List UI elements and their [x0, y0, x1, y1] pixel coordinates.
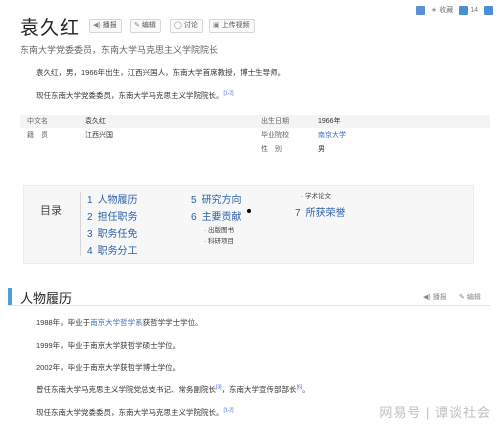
thumb-up-icon — [459, 5, 469, 15]
career-text: 曾任东南大学马克思主义学院党总支书记、常务副院长 — [36, 385, 216, 394]
info-value: 男 — [318, 146, 325, 153]
toc-number: 1 — [87, 195, 93, 206]
toc-link: 职务分工 — [97, 246, 138, 257]
summary-paragraph-2: 现任东南大学党委委员，东南大学马克思主义学院院长。[1-2] — [36, 90, 234, 101]
star-icon: ★ — [430, 7, 438, 14]
info-row: 中文名 袁久红 出生日期 1966年 — [20, 115, 490, 128]
career-entry: 曾任东南大学马克思主义学院党总支书记、常务副院长[3]，东南大学宣传部部长[6]… — [36, 384, 310, 395]
upload-video-label: 上传视频 — [221, 22, 250, 29]
toc-link: 人物履历 — [97, 195, 138, 206]
broadcast-label: 播报 — [102, 22, 117, 29]
info-label: 出生日期 — [261, 118, 289, 125]
toc-item[interactable]: 5 研究方向 — [191, 191, 242, 206]
page-subtitle: 东南大学党委委员，东南大学马克思主义学院院长 — [20, 45, 219, 55]
toc-link: 职务任免 — [97, 229, 138, 240]
career-entry: 2002年，毕业于南京大学获哲学博士学位。 — [36, 363, 181, 372]
like-count: 14 — [470, 6, 478, 14]
upload-video-button[interactable]: ▣ 上传视频 — [209, 19, 255, 33]
collect-label: 收藏 — [439, 7, 454, 14]
info-value-link[interactable]: 南京大学 — [318, 129, 346, 142]
toc-number: 4 — [87, 246, 93, 257]
toc-item[interactable]: 2 担任职务 — [87, 208, 138, 223]
info-value: 1966年 — [318, 118, 341, 125]
section-edit-button[interactable]: ✎ 编辑 — [459, 292, 481, 302]
toc-item[interactable]: 7 所获荣誉 — [295, 204, 346, 219]
toc-number: 6 — [191, 212, 197, 223]
toc-link: 主要贡献 — [201, 212, 242, 223]
share-icon[interactable] — [484, 5, 493, 15]
career-text: 获哲学学士学位。 — [142, 318, 203, 327]
career-text: 现任东南大学党委委员，东南大学马克思主义学院院长。 — [36, 408, 224, 417]
add-icon[interactable] — [415, 5, 425, 15]
info-label: 性 别 — [261, 146, 282, 153]
career-entry: 1999年，毕业于南京大学获哲学硕士学位。 — [36, 341, 181, 350]
toc-divider — [80, 192, 81, 256]
info-row: 性 别 男 — [20, 143, 490, 156]
summary-text: 现任东南大学党委委员，东南大学马克思主义学院院长。 — [36, 91, 224, 100]
broadcast-button[interactable]: ◀) 播报 — [89, 19, 122, 33]
section-accent-bar — [8, 288, 12, 305]
toc-item[interactable]: 6 主要贡献 — [191, 208, 242, 223]
career-text: 。 — [302, 385, 310, 394]
toc-item[interactable]: 1 人物履历 — [87, 191, 138, 206]
toc-item[interactable]: 4 职务分工 — [87, 242, 138, 257]
info-value: 江西兴国 — [85, 132, 113, 139]
toc-title: 目录 — [40, 205, 62, 217]
section-broadcast-label: 播报 — [432, 294, 447, 301]
bullet-dot — [247, 209, 251, 213]
discuss-button[interactable]: ◯ 讨论 — [170, 19, 203, 33]
edit-icon: ✎ — [134, 22, 140, 29]
toc-number: 2 — [87, 212, 93, 223]
like-button[interactable]: 14 — [459, 5, 478, 15]
section-edit-label: 编辑 — [466, 294, 481, 301]
discuss-label: 讨论 — [183, 22, 198, 29]
table-of-contents: 目录 1 人物履历 2 担任职务 3 职务任免 4 职务分工 5 研究方向 6 主要贡献 出… — [23, 185, 474, 264]
page-title: 袁久红 — [20, 18, 81, 39]
chat-icon: ◯ — [174, 22, 182, 29]
toc-subitem[interactable]: 学术论文 — [301, 190, 331, 200]
career-text: ，东南大学宣传部部长 — [221, 385, 297, 394]
toc-subitem[interactable]: 科研项目 — [204, 235, 234, 245]
toc-link: 研究方向 — [201, 195, 242, 206]
section-broadcast-button[interactable]: ◀) 播报 — [423, 292, 447, 302]
video-icon: ▣ — [213, 22, 220, 29]
info-label: 中文名 — [27, 118, 48, 125]
top-actions: ★ 收藏 14 — [415, 5, 493, 15]
career-text: 1988年，毕业于 — [36, 318, 91, 327]
toc-number: 7 — [295, 208, 301, 219]
toc-subitem[interactable]: 出版图书 — [204, 224, 234, 234]
edit-label: 编辑 — [141, 22, 156, 29]
toc-link: 担任职务 — [97, 212, 138, 223]
info-label: 毕业院校 — [261, 132, 289, 139]
watermark: 网易号 | 谭谈社会 — [379, 405, 491, 420]
reference-link[interactable]: [1-2] — [224, 408, 234, 414]
career-entry: 1988年，毕业于南京大学哲学系获哲学学士学位。 — [36, 317, 203, 328]
section-divider — [8, 305, 490, 306]
toc-number: 5 — [191, 195, 197, 206]
toc-item[interactable]: 3 职务任免 — [87, 225, 138, 240]
toc-link: 所获荣誉 — [305, 208, 346, 219]
speaker-icon: ◀) — [423, 294, 431, 301]
toc-number: 3 — [87, 229, 93, 240]
info-value: 袁久红 — [85, 118, 106, 125]
edit-button[interactable]: ✎ 编辑 — [130, 19, 161, 33]
reference-link[interactable]: [1-2] — [224, 91, 234, 97]
info-row: 籍 贯 江西兴国 毕业院校 南京大学 — [20, 129, 490, 142]
speaker-icon: ◀) — [93, 22, 101, 29]
university-link[interactable]: 南京大学哲学系 — [90, 318, 143, 327]
info-label: 籍 贯 — [27, 132, 48, 139]
collect-button[interactable]: ★ 收藏 — [431, 5, 453, 15]
career-entry: 现任东南大学党委委员，东南大学马克思主义学院院长。[1-2] — [36, 407, 234, 418]
summary-paragraph-1: 袁久红，男，1966年出生，江西兴国人，东南大学首席教授，博士生导师。 — [36, 68, 286, 77]
edit-icon: ✎ — [459, 294, 465, 301]
